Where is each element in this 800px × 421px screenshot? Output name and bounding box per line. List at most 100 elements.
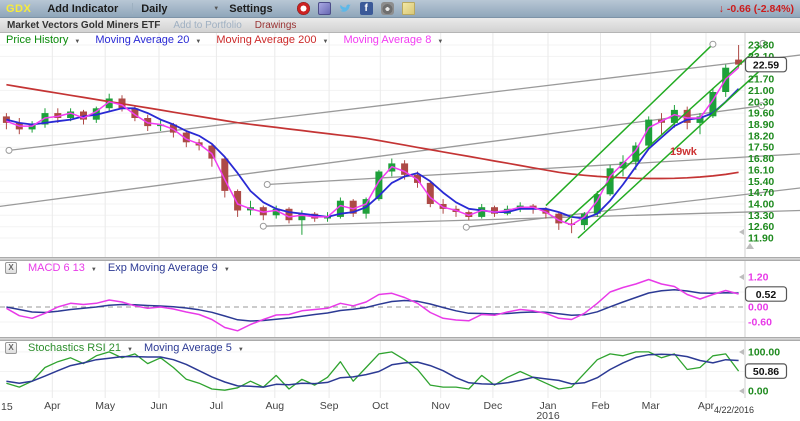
- chart-primitive: 0.52: [756, 289, 777, 301]
- trendline-handle: [463, 224, 469, 230]
- axis-tick-label: 23.80: [748, 40, 774, 52]
- x-axis-month-label: Dec: [484, 401, 503, 411]
- ma20-dropdown[interactable]: Moving Average 20 ▼: [95, 34, 201, 46]
- x-axis-month-label: Feb: [591, 401, 609, 411]
- stoch-value-box: 50.86: [746, 364, 787, 378]
- x-axis-month-label: Apr: [44, 401, 60, 411]
- trendline-handle: [6, 147, 12, 153]
- close-icon[interactable]: X: [5, 342, 17, 354]
- axis-tick-label: 14.70: [748, 187, 774, 199]
- security-name: Market Vectors Gold Miners ETF: [7, 20, 160, 31]
- infobar: Market Vectors Gold Miners ETF Add to Po…: [0, 18, 800, 33]
- axis-tick-label: 15.40: [748, 176, 774, 188]
- macd-dropdown[interactable]: MACD 6 13 ▼: [28, 262, 97, 274]
- facebook-icon[interactable]: f: [360, 2, 373, 15]
- change-value: -0.66 (-2.84%): [727, 3, 794, 15]
- axis-tick-label: 17.50: [748, 142, 774, 154]
- down-arrow-icon: ↓: [719, 3, 724, 15]
- axis-tick-label: 11.90: [748, 233, 774, 245]
- period-dropdown[interactable]: Daily ▼: [141, 3, 219, 15]
- chart-primitive: 50.86: [753, 366, 779, 378]
- end-date-label: 4/22/2016: [714, 405, 754, 415]
- axis-tick-label: 1.20: [748, 272, 769, 284]
- axis-tick-label: 21.00: [748, 85, 774, 97]
- macd-panel: X MACD 6 13 ▼ Exp Moving Average 9 ▼ 1.2…: [0, 261, 800, 337]
- axis-tick-label: 13.30: [748, 210, 774, 222]
- charting-app-window: GDX Add Indicator Daily ▼ Settings f ↓ -…: [0, 0, 800, 421]
- axis-tick-label: 0.00: [748, 386, 769, 398]
- drawings-button[interactable]: Drawings: [255, 20, 297, 31]
- price-panel: Price History ▼ Moving Average 20 ▼ Movi…: [0, 33, 800, 257]
- year-start-label: 15: [1, 401, 13, 413]
- ma20-line: [6, 89, 738, 219]
- x-axis-month-label: Oct: [372, 401, 388, 411]
- macd-header: X MACD 6 13 ▼ Exp Moving Average 9 ▼: [5, 262, 230, 274]
- time-axis: 15 4/22/2016 Apr May Jun Jul Aug Sep Oct Nov Dec…: [0, 398, 800, 421]
- toolbar-divider: [132, 3, 133, 14]
- x-axis-month-label: May: [95, 401, 115, 411]
- x-axis-month-label: Sep: [320, 401, 339, 411]
- axis-tick-label: 18.90: [748, 119, 774, 131]
- ma200-dropdown[interactable]: Moving Average 200 ▼: [216, 34, 328, 46]
- chart-primitive: [339, 5, 350, 12]
- x-axis-month-label: Jul: [210, 401, 223, 411]
- x-axis-month-label: Jan2016: [536, 401, 559, 421]
- candle-body: [286, 209, 293, 220]
- macd-signal-dropdown[interactable]: Exp Moving Average 9 ▼: [108, 262, 230, 274]
- cube-icon[interactable]: [318, 2, 331, 15]
- axis-tick-label: 16.80: [748, 153, 774, 165]
- symbol-label[interactable]: GDX: [6, 3, 31, 15]
- axis-tick-label: -0.60: [748, 317, 772, 329]
- macd-value-box: 0.52: [746, 287, 787, 301]
- sticky-note-icon[interactable]: [402, 2, 415, 15]
- axis-scroll-arrow: [739, 388, 744, 394]
- stoch-ma-dropdown[interactable]: Moving Average 5 ▼: [144, 342, 244, 354]
- axis-tick-label: 21.70: [748, 74, 774, 86]
- alarm-clock-icon[interactable]: [297, 2, 310, 15]
- twitter-icon[interactable]: [339, 2, 352, 15]
- chevron-down-icon: ▼: [238, 347, 244, 353]
- chevron-down-icon: ▼: [323, 39, 329, 45]
- trend-channel-green: [565, 43, 763, 221]
- stoch-header: X Stochastics RSI 21 ▼ Moving Average 5 …: [5, 342, 244, 354]
- ma8-dropdown[interactable]: Moving Average 8 ▼: [343, 34, 443, 46]
- x-axis-month-label: Jun: [151, 401, 168, 411]
- axis-tick-label: 100.00: [748, 346, 780, 358]
- stoch-dropdown[interactable]: Stochastics RSI 21 ▼: [28, 342, 133, 354]
- price-legend: Price History ▼ Moving Average 20 ▼ Movi…: [6, 34, 443, 46]
- price-chart[interactable]: 23.8023.1021.7021.0020.3019.6018.9018.20…: [0, 33, 800, 257]
- x-axis-month-label: Mar: [642, 401, 660, 411]
- trendline-handle: [260, 223, 266, 229]
- trendline-handle: [264, 182, 270, 188]
- price-history-dropdown[interactable]: Price History ▼: [6, 34, 80, 46]
- settings-button[interactable]: Settings: [229, 3, 272, 15]
- add-to-portfolio-button[interactable]: Add to Portfolio: [173, 20, 241, 31]
- x-axis-month-label: Apr: [698, 401, 714, 411]
- chevron-down-icon: ▼: [224, 267, 230, 273]
- camera-icon[interactable]: [381, 2, 394, 15]
- chevron-down-icon: ▼: [437, 39, 443, 45]
- axis-scroll-arrow: [739, 229, 744, 235]
- period-label: Daily: [141, 3, 167, 15]
- close-icon[interactable]: X: [5, 262, 17, 274]
- axis-tick-label: 0.00: [748, 302, 769, 314]
- toolbar: GDX Add Indicator Daily ▼ Settings f ↓ -…: [0, 0, 800, 18]
- chevron-down-icon: ▼: [74, 39, 80, 45]
- macd-signal-line: [6, 290, 738, 321]
- chevron-down-icon: ▼: [91, 267, 97, 273]
- axis-scroll-arrow: [739, 274, 744, 280]
- chevron-down-icon: ▼: [195, 39, 201, 45]
- price-change-readout: ↓ -0.66 (-2.84%): [719, 3, 794, 15]
- toolbar-icons: f: [297, 2, 415, 15]
- chevron-down-icon: ▼: [213, 6, 219, 12]
- trendline-handle: [710, 41, 716, 47]
- add-indicator-button[interactable]: Add Indicator: [47, 3, 118, 15]
- cycle-annotation: 19wk: [670, 146, 697, 158]
- axis-scroll-arrow: [739, 349, 744, 355]
- axis-tick-label: 16.10: [748, 164, 774, 176]
- x-axis-month-label: Nov: [431, 401, 450, 411]
- axis-tick-label: 18.20: [748, 130, 774, 142]
- x-axis-month-label: Aug: [265, 401, 284, 411]
- stoch-panel: X Stochastics RSI 21 ▼ Moving Average 5 …: [0, 341, 800, 398]
- axis-tick-label: 19.60: [748, 108, 774, 120]
